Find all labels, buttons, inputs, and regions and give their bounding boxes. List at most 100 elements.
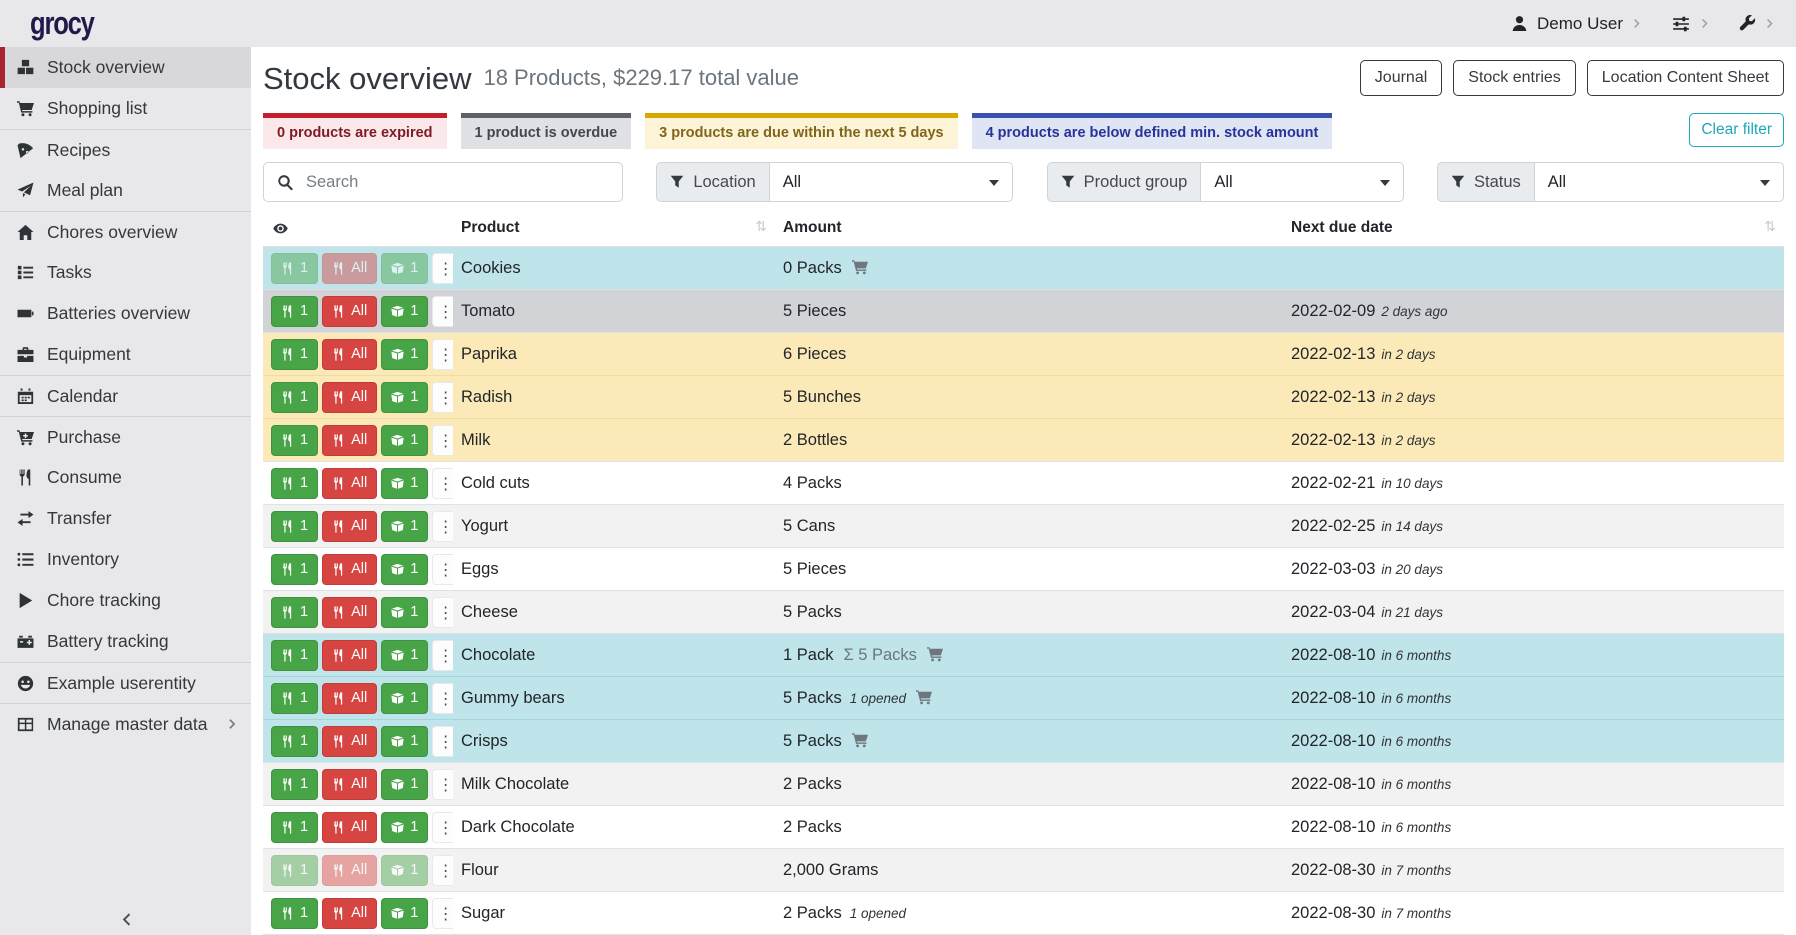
shopping-cart-icon[interactable] bbox=[851, 732, 869, 748]
consume-one-button[interactable]: 1 bbox=[271, 597, 318, 628]
open-one-button[interactable]: 1 bbox=[381, 253, 428, 284]
open-one-button[interactable]: 1 bbox=[381, 898, 428, 929]
consume-all-button[interactable]: All bbox=[322, 597, 377, 628]
consume-all-button[interactable]: All bbox=[322, 855, 377, 886]
sidebar-item-chores-overview[interactable]: Chores overview bbox=[0, 211, 251, 252]
row-menu-button[interactable]: ⋮ bbox=[432, 683, 453, 714]
row-menu-button[interactable]: ⋮ bbox=[432, 640, 453, 671]
user-menu[interactable]: Demo User bbox=[1511, 14, 1643, 34]
eye-icon[interactable] bbox=[271, 221, 290, 236]
product-group-filter-label[interactable]: Product group bbox=[1047, 162, 1202, 202]
open-one-button[interactable]: 1 bbox=[381, 640, 428, 671]
open-one-button[interactable]: 1 bbox=[381, 296, 428, 327]
sidebar-item-tasks[interactable]: Tasks bbox=[0, 252, 251, 293]
open-one-button[interactable]: 1 bbox=[381, 726, 428, 757]
consume-one-button[interactable]: 1 bbox=[271, 683, 318, 714]
open-one-button[interactable]: 1 bbox=[381, 554, 428, 585]
product-group-select[interactable]: All bbox=[1201, 162, 1403, 202]
open-one-button[interactable]: 1 bbox=[381, 769, 428, 800]
open-one-button[interactable]: 1 bbox=[381, 468, 428, 499]
column-header-product[interactable]: Product⇅ bbox=[453, 214, 775, 247]
filter-chip-expired[interactable]: 0 products are expired bbox=[263, 113, 447, 149]
consume-one-button[interactable]: 1 bbox=[271, 769, 318, 800]
consume-all-button[interactable]: All bbox=[322, 382, 377, 413]
row-menu-button[interactable]: ⋮ bbox=[432, 253, 453, 284]
row-menu-button[interactable]: ⋮ bbox=[432, 296, 453, 327]
row-menu-button[interactable]: ⋮ bbox=[432, 468, 453, 499]
row-menu-button[interactable]: ⋮ bbox=[432, 812, 453, 843]
open-one-button[interactable]: 1 bbox=[381, 425, 428, 456]
sidebar-item-inventory[interactable]: Inventory bbox=[0, 539, 251, 580]
sidebar-collapse-button[interactable] bbox=[0, 912, 251, 927]
sidebar-item-batteries-overview[interactable]: Batteries overview bbox=[0, 293, 251, 334]
row-menu-button[interactable]: ⋮ bbox=[432, 855, 453, 886]
sidebar-item-stock-overview[interactable]: Stock overview bbox=[0, 47, 251, 88]
row-menu-button[interactable]: ⋮ bbox=[432, 382, 453, 413]
open-one-button[interactable]: 1 bbox=[381, 597, 428, 628]
open-one-button[interactable]: 1 bbox=[381, 812, 428, 843]
consume-one-button[interactable]: 1 bbox=[271, 898, 318, 929]
row-menu-button[interactable]: ⋮ bbox=[432, 554, 453, 585]
status-filter-label[interactable]: Status bbox=[1437, 162, 1535, 202]
sidebar-item-transfer[interactable]: Transfer bbox=[0, 498, 251, 539]
open-one-button[interactable]: 1 bbox=[381, 511, 428, 542]
row-menu-button[interactable]: ⋮ bbox=[432, 726, 453, 757]
stock-entries-button[interactable]: Stock entries bbox=[1453, 60, 1575, 96]
consume-all-button[interactable]: All bbox=[322, 511, 377, 542]
consume-all-button[interactable]: All bbox=[322, 683, 377, 714]
open-one-button[interactable]: 1 bbox=[381, 382, 428, 413]
admin-menu[interactable] bbox=[1739, 15, 1776, 32]
column-header-amount[interactable]: Amount bbox=[775, 214, 1283, 247]
shopping-cart-icon[interactable] bbox=[915, 689, 933, 705]
row-menu-button[interactable]: ⋮ bbox=[432, 425, 453, 456]
consume-one-button[interactable]: 1 bbox=[271, 511, 318, 542]
settings-menu[interactable] bbox=[1671, 15, 1711, 33]
search-input[interactable] bbox=[294, 173, 622, 192]
row-menu-button[interactable]: ⋮ bbox=[432, 769, 453, 800]
consume-one-button[interactable]: 1 bbox=[271, 425, 318, 456]
journal-button[interactable]: Journal bbox=[1360, 60, 1442, 96]
clear-filter-button[interactable]: Clear filter bbox=[1689, 113, 1784, 147]
row-menu-button[interactable]: ⋮ bbox=[432, 511, 453, 542]
consume-one-button[interactable]: 1 bbox=[271, 554, 318, 585]
consume-one-button[interactable]: 1 bbox=[271, 468, 318, 499]
open-one-button[interactable]: 1 bbox=[381, 855, 428, 886]
consume-one-button[interactable]: 1 bbox=[271, 339, 318, 370]
consume-one-button[interactable]: 1 bbox=[271, 726, 318, 757]
consume-all-button[interactable]: All bbox=[322, 253, 377, 284]
consume-all-button[interactable]: All bbox=[322, 339, 377, 370]
sidebar-item-shopping-list[interactable]: Shopping list bbox=[0, 88, 251, 129]
sidebar-item-chore-tracking[interactable]: Chore tracking bbox=[0, 580, 251, 621]
consume-all-button[interactable]: All bbox=[322, 640, 377, 671]
sidebar-item-example-userentity[interactable]: Example userentity bbox=[0, 662, 251, 703]
sidebar-item-calendar[interactable]: Calendar bbox=[0, 375, 251, 416]
consume-one-button[interactable]: 1 bbox=[271, 812, 318, 843]
row-menu-button[interactable]: ⋮ bbox=[432, 597, 453, 628]
shopping-cart-icon[interactable] bbox=[926, 646, 944, 662]
consume-all-button[interactable]: All bbox=[322, 425, 377, 456]
consume-one-button[interactable]: 1 bbox=[271, 382, 318, 413]
row-menu-button[interactable]: ⋮ bbox=[432, 339, 453, 370]
status-select[interactable]: All bbox=[1535, 162, 1784, 202]
consume-all-button[interactable]: All bbox=[322, 296, 377, 327]
row-menu-button[interactable]: ⋮ bbox=[432, 898, 453, 929]
consume-one-button[interactable]: 1 bbox=[271, 253, 318, 284]
consume-all-button[interactable]: All bbox=[322, 898, 377, 929]
sidebar-item-equipment[interactable]: Equipment bbox=[0, 334, 251, 375]
consume-all-button[interactable]: All bbox=[322, 769, 377, 800]
location-filter-label[interactable]: Location bbox=[656, 162, 769, 202]
filter-chip-overdue[interactable]: 1 product is overdue bbox=[461, 113, 632, 149]
sidebar-item-recipes[interactable]: Recipes bbox=[0, 129, 251, 170]
sidebar-item-manage-master-data[interactable]: Manage master data bbox=[0, 703, 251, 744]
consume-all-button[interactable]: All bbox=[322, 726, 377, 757]
consume-all-button[interactable]: All bbox=[322, 554, 377, 585]
consume-one-button[interactable]: 1 bbox=[271, 640, 318, 671]
filter-chip-below-min[interactable]: 4 products are below defined min. stock … bbox=[972, 113, 1333, 149]
shopping-cart-icon[interactable] bbox=[851, 259, 869, 275]
open-one-button[interactable]: 1 bbox=[381, 339, 428, 370]
sidebar-item-purchase[interactable]: Purchase bbox=[0, 416, 251, 457]
open-one-button[interactable]: 1 bbox=[381, 683, 428, 714]
consume-one-button[interactable]: 1 bbox=[271, 855, 318, 886]
filter-chip-due-soon[interactable]: 3 products are due within the next 5 day… bbox=[645, 113, 957, 149]
consume-all-button[interactable]: All bbox=[322, 812, 377, 843]
